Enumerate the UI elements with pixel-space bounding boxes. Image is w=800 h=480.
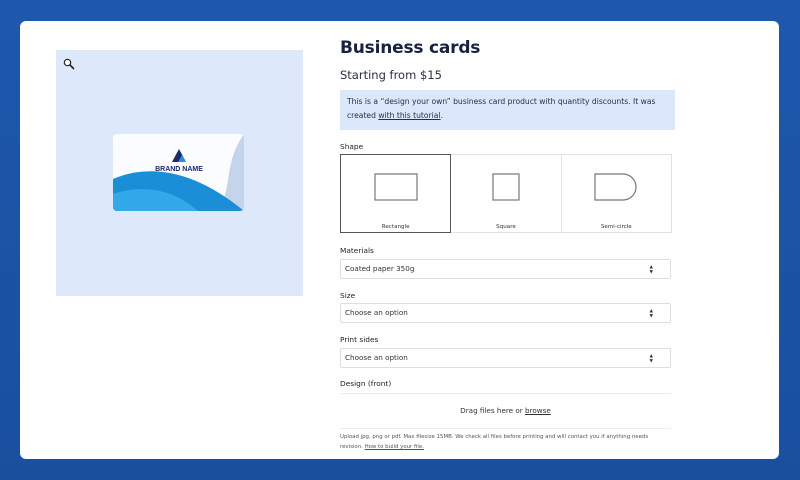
shape-option-label: Semi-circle <box>600 224 632 230</box>
print-sides-value: Choose an option <box>345 353 408 362</box>
tutorial-link[interactable]: with this tutorial <box>378 111 440 120</box>
magnifier-zoom-icon[interactable] <box>63 58 75 70</box>
file-dropzone[interactable]: Drag files here or browse <box>340 393 671 429</box>
materials-label: Materials <box>340 246 374 255</box>
build-file-link[interactable]: How to build your file. <box>365 444 424 450</box>
select-arrows-icon: ▲ ▼ <box>649 354 653 364</box>
notice-end: . <box>440 111 443 120</box>
select-arrows-icon: ▲ ▼ <box>649 309 653 319</box>
size-label: Size <box>340 291 356 300</box>
size-value: Choose an option <box>345 308 408 317</box>
shape-option-label: Square <box>496 224 516 230</box>
business-card-image: BRAND NAME <box>113 134 244 211</box>
design-front-label: Design (front) <box>340 379 392 388</box>
shape-options: Rectangle Square Semi-circle <box>340 154 672 233</box>
semi-circle-shape-icon <box>594 173 637 201</box>
shape-label: Shape <box>340 142 364 151</box>
materials-value: Coated paper 350g <box>345 264 415 273</box>
browse-link[interactable]: browse <box>525 406 551 415</box>
brand-name-text: BRAND NAME <box>155 166 203 173</box>
product-card: BRAND NAME Business cards Starting from … <box>20 21 779 459</box>
product-gallery: BRAND NAME <box>56 50 303 296</box>
shape-option-square[interactable]: Square <box>450 154 562 233</box>
materials-select[interactable]: Coated paper 350g ▲ ▼ <box>340 259 671 279</box>
select-arrows-icon: ▲ ▼ <box>649 265 653 275</box>
product-title: Business cards <box>340 38 481 58</box>
info-notice: This is a “design your own” business car… <box>340 90 675 130</box>
rectangle-shape-icon <box>374 173 418 201</box>
print-sides-select[interactable]: Choose an option ▲ ▼ <box>340 348 671 368</box>
print-sides-label: Print sides <box>340 335 379 344</box>
product-price: Starting from $15 <box>340 68 442 82</box>
upload-hint: Upload jpg, png or pdf. Max filesize 15M… <box>340 432 671 452</box>
shape-option-rectangle[interactable]: Rectangle <box>340 154 452 233</box>
size-select[interactable]: Choose an option ▲ ▼ <box>340 303 671 323</box>
shape-option-semi-circle[interactable]: Semi-circle <box>560 154 672 233</box>
square-shape-icon <box>492 173 520 201</box>
dropzone-text: Drag files here or <box>460 406 526 415</box>
shape-option-label: Rectangle <box>381 224 410 230</box>
